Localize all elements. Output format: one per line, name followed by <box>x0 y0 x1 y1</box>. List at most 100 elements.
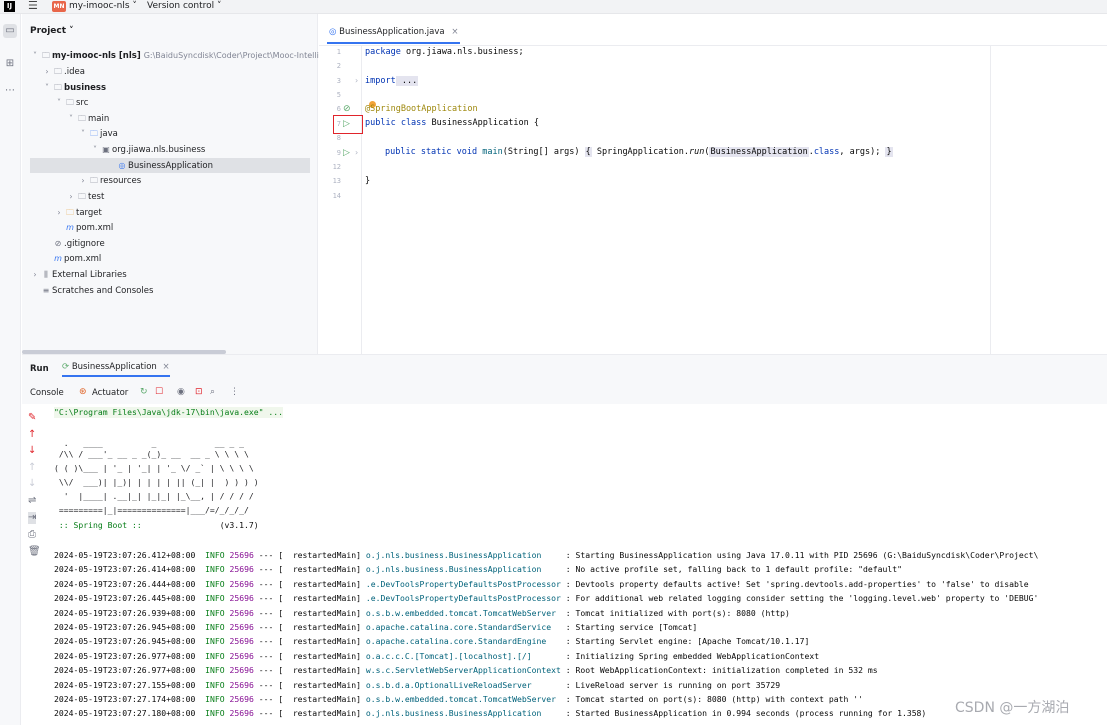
tree-item-gitignore[interactable]: ⊘ .gitignore <box>52 236 105 251</box>
tree-item-business-application[interactable]: ◎ BusinessApplication <box>30 158 310 173</box>
tree-item-external-libraries[interactable]: › ⫼ External Libraries <box>30 267 126 282</box>
log-line: 2024-05-19T23:07:27.180+08:00 INFO 25696… <box>54 708 927 719</box>
chevron-down-icon[interactable]: ˅ <box>30 48 40 63</box>
close-icon[interactable]: × <box>451 27 458 37</box>
banner-line: ( ( )\___ | '_ | '_| | '_ \/ _` | \ \ \ … <box>54 463 254 473</box>
library-icon: ⫼ <box>44 270 48 279</box>
actuator-tab[interactable]: Actuator <box>92 388 128 398</box>
gitignore-icon: ⊘ <box>54 239 62 248</box>
camera-icon[interactable]: ◉ <box>177 387 185 397</box>
version-control-menu[interactable]: Version control ˅ <box>147 1 222 12</box>
more-options-icon[interactable]: ⋮ <box>230 387 239 397</box>
highlight-box <box>333 115 363 134</box>
ide-logo-icon[interactable]: IJ <box>4 1 15 12</box>
search-icon[interactable]: ⌕ <box>210 387 215 397</box>
soft-wrap-icon[interactable]: ⇌ <box>28 495 36 507</box>
line-number: 9 <box>336 149 341 157</box>
excluded-folder-icon: 🗀 <box>66 208 74 217</box>
chevron-right-icon[interactable]: › <box>42 64 52 79</box>
chevron-down-icon[interactable]: ˅ <box>78 126 88 141</box>
line-number: 8 <box>336 134 341 142</box>
project-folder-icon[interactable]: ▭ <box>3 24 17 38</box>
scratches-icon: ≡ <box>42 286 50 295</box>
bean-icon[interactable]: ⊘ <box>343 104 351 114</box>
actuator-icon: ⊛ <box>79 387 87 397</box>
scroll-up-icon[interactable]: ↑ <box>28 462 36 474</box>
tree-item-business[interactable]: ˅ 🗀 business <box>42 80 106 95</box>
project-badge: MN <box>52 1 66 12</box>
console-output[interactable]: "C:\Program Files\Java\jdk-17\bin\java.e… <box>52 404 1107 725</box>
tree-item-business-pom[interactable]: m pom.xml <box>64 220 113 235</box>
tree-item-src[interactable]: ˅ 🗀 src <box>54 95 88 110</box>
log-line: 2024-05-19T23:07:26.412+08:00 INFO 25696… <box>54 550 1039 560</box>
arrow-down-icon[interactable]: ↓ <box>28 445 36 457</box>
log-line: 2024-05-19T23:07:26.414+08:00 INFO 25696… <box>54 564 902 575</box>
trash-icon[interactable]: 🗑 <box>28 546 41 558</box>
close-icon[interactable]: × <box>163 362 170 372</box>
tree-item-java[interactable]: ˅ 🗀 java <box>78 126 118 141</box>
tree-item-resources[interactable]: › 🗀 resources <box>78 173 141 188</box>
project-pane-title[interactable]: Project ˅ <box>30 26 74 36</box>
chevron-right-icon[interactable]: › <box>78 173 88 188</box>
tree-item-package[interactable]: ˅ ▣ org.jiawa.nls.business <box>90 142 205 157</box>
module-folder-icon: 🗀 <box>42 51 50 60</box>
run-panel-title: Run <box>30 364 49 374</box>
tree-item-root-pom[interactable]: m pom.xml <box>52 251 101 266</box>
spring-class-icon: ◎ <box>329 27 337 37</box>
banner-line: =========|_|==============|___/=/_/_/_/ <box>54 505 249 515</box>
banner-line: ' |____| .__|_| |_|_| |_\__, | / / / / <box>54 491 254 501</box>
tree-item-scratches[interactable]: ≡ Scratches and Consoles <box>40 283 154 298</box>
chevron-down-icon[interactable]: ˅ <box>54 95 64 110</box>
arrow-up-icon[interactable]: ↑ <box>28 429 36 441</box>
main-menu-icon[interactable]: ☰ <box>28 0 38 12</box>
title-bar: IJ ☰ MN my-imooc-nls ˅ Version control ˅ <box>0 0 1107 14</box>
log-line: 2024-05-19T23:07:26.945+08:00 INFO 25696… <box>54 622 698 632</box>
line-number: 2 <box>336 62 341 70</box>
stop-icon[interactable]: ☐ <box>155 387 163 397</box>
chevron-right-icon[interactable]: › <box>54 205 64 220</box>
exit-icon[interactable]: ⊡ <box>195 387 203 397</box>
package-icon: ▣ <box>102 145 110 154</box>
edit-configuration-icon[interactable]: ✎ <box>28 412 36 424</box>
editor-tab-business-application[interactable]: ◎ BusinessApplication.java × <box>327 26 461 44</box>
code-line-main: public static void main(String[] args) {… <box>385 147 893 157</box>
rerun-icon[interactable]: ↻ <box>140 387 148 397</box>
chevron-right-icon[interactable]: › <box>30 267 40 282</box>
log-line: 2024-05-19T23:07:26.945+08:00 INFO 25696… <box>54 636 810 647</box>
line-number: 1 <box>336 48 341 56</box>
scroll-down-icon[interactable]: ↓ <box>28 478 36 490</box>
log-line: 2024-05-19T23:07:26.444+08:00 INFO 25696… <box>54 578 1029 589</box>
run-tab-business-application[interactable]: ⟳ BusinessApplication × <box>62 362 170 377</box>
structure-icon[interactable]: ⊞ <box>3 57 17 71</box>
chevron-down-icon[interactable]: ˅ <box>90 142 100 157</box>
project-selector[interactable]: my-imooc-nls ˅ <box>69 1 137 12</box>
spring-run-icon: ⟳ <box>62 362 70 372</box>
line-number: 6 <box>336 105 341 113</box>
log-line: 2024-05-19T23:07:27.174+08:00 INFO 25696… <box>54 694 863 704</box>
tree-item-target[interactable]: › 🗀 target <box>54 205 101 220</box>
source-folder-icon: 🗀 <box>90 129 98 138</box>
more-tools-icon[interactable]: ⋯ <box>3 84 17 98</box>
folder-icon: 🗀 <box>54 67 62 76</box>
tree-item-idea[interactable]: › 🗀 .idea <box>42 64 85 79</box>
code-editor[interactable]: package org.jiawa.nls.business; import .… <box>363 46 1107 354</box>
tree-item-main[interactable]: ˅ 🗀 main <box>66 111 109 126</box>
chevron-right-icon[interactable]: › <box>66 189 76 204</box>
print-icon[interactable]: ⎙ <box>28 529 36 541</box>
tree-item-root[interactable]: ˅ 🗀 my-imooc-nls [nls] G:\BaiduSyncdisk\Cod… <box>30 48 319 63</box>
line-number: 5 <box>336 91 341 99</box>
console-tab[interactable]: Console <box>30 388 64 398</box>
banner-line: \\/ ___)| |_)| | | | | || (_| | ) ) ) ) <box>54 477 259 487</box>
module-folder-icon: 🗀 <box>54 83 62 92</box>
fold-icon[interactable]: › <box>355 76 358 85</box>
folder-icon: 🗀 <box>66 98 74 107</box>
log-line: 2024-05-19T23:07:27.155+08:00 INFO 25696… <box>54 679 781 690</box>
tree-item-test[interactable]: › 🗀 test <box>66 189 104 204</box>
chevron-down-icon[interactable]: ˅ <box>42 80 52 95</box>
run-toolbar: Console ⊛ Actuator ↻ ☐ ◉ ⊡ ⌕ ⋮ <box>22 384 1107 404</box>
scroll-to-end-icon[interactable]: ⇥ <box>28 512 37 524</box>
fold-icon[interactable]: › <box>355 148 358 157</box>
chevron-down-icon[interactable]: ˅ <box>66 111 76 126</box>
run-gutter-icon[interactable]: ▷ <box>343 148 350 158</box>
line-number: 13 <box>332 177 341 185</box>
